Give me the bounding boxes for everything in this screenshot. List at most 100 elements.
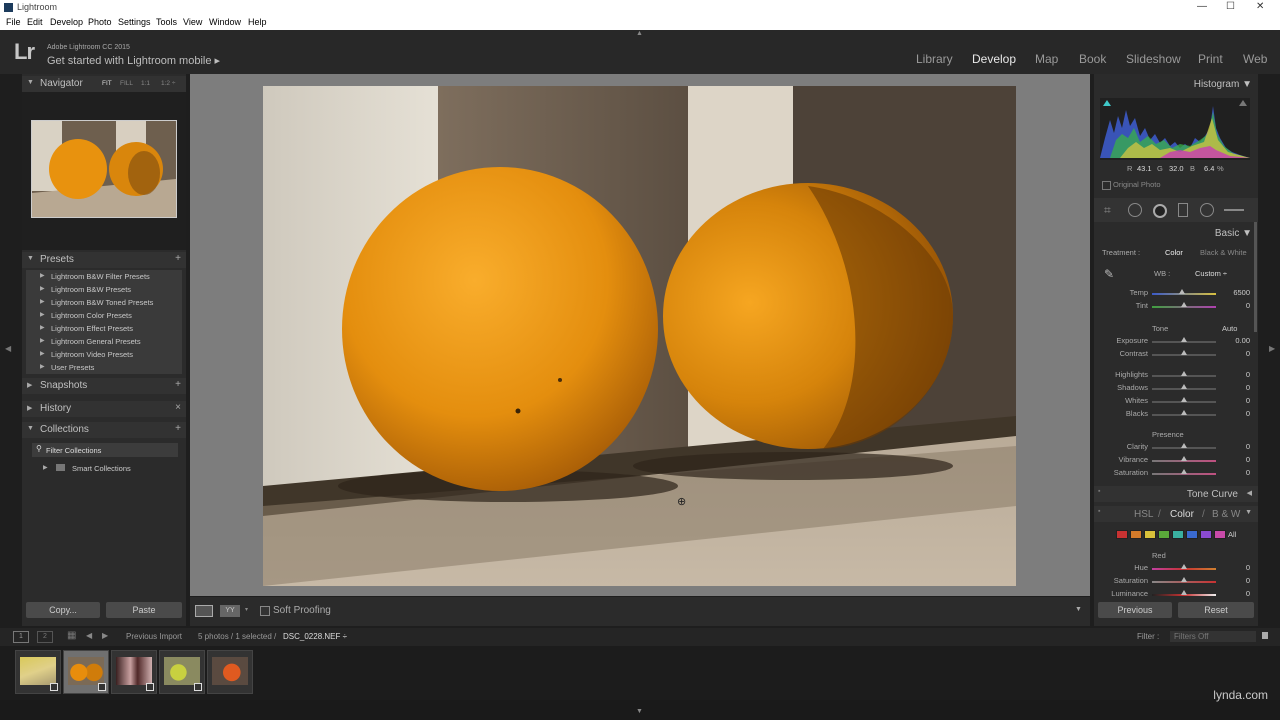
- tone-curve-header[interactable]: ▪ Tone Curve ◀: [1094, 486, 1258, 502]
- shadow-clipping-icon[interactable]: [1103, 100, 1111, 106]
- hsl-sat-value[interactable]: 0: [1246, 576, 1250, 585]
- zoom-1-2[interactable]: 1:2 ÷: [161, 80, 175, 87]
- menu-edit[interactable]: Edit: [27, 17, 43, 27]
- preset-folder[interactable]: ▶ Lightroom Color Presets: [26, 309, 182, 322]
- zoom-fill[interactable]: FILL: [120, 80, 133, 87]
- preset-folder[interactable]: ▶ Lightroom B&W Filter Presets: [26, 270, 182, 283]
- add-preset-icon[interactable]: +: [175, 253, 181, 264]
- before-after-dropdown-icon[interactable]: ▾: [245, 606, 248, 613]
- minimize-button[interactable]: —: [1197, 1, 1207, 12]
- maximize-button[interactable]: ☐: [1226, 1, 1235, 12]
- color-swatch[interactable]: [1144, 530, 1156, 539]
- saturation-slider-knob[interactable]: [1181, 469, 1187, 474]
- forward-arrow-icon[interactable]: ▶: [102, 631, 108, 640]
- exposure-slider-knob[interactable]: [1181, 337, 1187, 342]
- presets-header[interactable]: ▼ Presets +: [22, 252, 186, 268]
- red-eye-icon[interactable]: [1153, 204, 1167, 218]
- shadows-value[interactable]: 0: [1246, 383, 1250, 392]
- wb-dropdown[interactable]: Custom ÷: [1195, 269, 1227, 278]
- filmstrip-thumbnail[interactable]: [15, 650, 61, 694]
- copy-button[interactable]: Copy...: [26, 602, 100, 618]
- menu-view[interactable]: View: [183, 17, 202, 27]
- menu-file[interactable]: File: [6, 17, 21, 27]
- add-snapshot-icon[interactable]: +: [175, 379, 181, 390]
- histogram-title[interactable]: Histogram ▼: [1194, 79, 1252, 90]
- navigator-header[interactable]: ▼ Navigator FIT FILL 1:1 1:2 ÷: [22, 76, 186, 92]
- loupe-view-icon[interactable]: [195, 605, 213, 617]
- temp-slider-knob[interactable]: [1179, 289, 1186, 294]
- contrast-slider-knob[interactable]: [1181, 350, 1187, 355]
- whites-value[interactable]: 0: [1246, 396, 1250, 405]
- exposure-value[interactable]: 0.00: [1235, 336, 1250, 345]
- module-develop[interactable]: Develop: [972, 52, 1016, 66]
- basic-title[interactable]: Basic ▼: [1215, 228, 1252, 239]
- preset-folder[interactable]: ▶ Lightroom B&W Toned Presets: [26, 296, 182, 309]
- hsl-lum-slider-knob[interactable]: [1181, 590, 1187, 595]
- right-panel-toggle-icon[interactable]: ▶: [1269, 344, 1275, 353]
- module-web[interactable]: Web: [1243, 52, 1267, 66]
- close-button[interactable]: ✕: [1256, 1, 1264, 12]
- menu-tools[interactable]: Tools: [156, 17, 177, 27]
- histogram-chart[interactable]: [1100, 98, 1250, 160]
- hsl-hue-value[interactable]: 0: [1246, 563, 1250, 572]
- panel-switch-icon[interactable]: ▪: [1098, 488, 1100, 495]
- menu-settings[interactable]: Settings: [118, 17, 151, 27]
- toolbar-menu-icon[interactable]: ▼: [1075, 606, 1082, 613]
- white-balance-eyedropper-icon[interactable]: ✎: [1104, 267, 1114, 281]
- filename-label[interactable]: DSC_0228.NEF ÷: [283, 632, 347, 641]
- back-arrow-icon[interactable]: ◀: [86, 631, 92, 640]
- mobile-link[interactable]: Get started with Lightroom mobile ▸: [47, 54, 220, 67]
- zoom-1-1[interactable]: 1:1: [141, 80, 150, 87]
- add-collection-icon[interactable]: +: [175, 423, 181, 434]
- clarity-slider-knob[interactable]: [1181, 443, 1187, 448]
- blacks-value[interactable]: 0: [1246, 409, 1250, 418]
- module-book[interactable]: Book: [1079, 52, 1106, 66]
- zoom-fit[interactable]: FIT: [102, 80, 112, 87]
- snapshots-header[interactable]: ▶ Snapshots +: [22, 378, 186, 394]
- graduated-filter-icon[interactable]: [1178, 203, 1188, 217]
- main-photo[interactable]: [263, 86, 1016, 586]
- blacks-slider-knob[interactable]: [1181, 410, 1187, 415]
- collections-header[interactable]: ▼ Collections +: [22, 422, 186, 438]
- radial-filter-icon[interactable]: [1200, 203, 1214, 217]
- preset-folder[interactable]: ▶ Lightroom Effect Presets: [26, 322, 182, 335]
- crop-tool-icon[interactable]: ⌗: [1104, 203, 1111, 218]
- color-swatch[interactable]: [1130, 530, 1142, 539]
- temp-value[interactable]: 6500: [1233, 288, 1250, 297]
- smart-collections-folder[interactable]: ▶ Smart Collections: [32, 462, 178, 475]
- soft-proofing-checkbox[interactable]: [260, 606, 270, 616]
- preset-folder[interactable]: ▶ Lightroom General Presets: [26, 335, 182, 348]
- panel-toggle-bottom-icon[interactable]: ▼: [636, 708, 643, 715]
- module-slideshow[interactable]: Slideshow: [1126, 52, 1181, 66]
- vibrance-value[interactable]: 0: [1246, 455, 1250, 464]
- contrast-value[interactable]: 0: [1246, 349, 1250, 358]
- bw-tab[interactable]: B & W: [1212, 509, 1240, 520]
- tint-slider-knob[interactable]: [1181, 302, 1187, 307]
- treatment-color-option[interactable]: Color: [1165, 248, 1183, 257]
- shadows-slider-knob[interactable]: [1181, 384, 1187, 389]
- primary-window-button[interactable]: 1: [13, 631, 29, 643]
- panel-switch-icon[interactable]: ▪: [1098, 508, 1100, 515]
- all-colors-button[interactable]: All: [1228, 530, 1236, 539]
- panel-toggle-top-icon[interactable]: ▲: [636, 30, 643, 37]
- original-photo-checkbox[interactable]: [1102, 181, 1111, 190]
- secondary-window-button[interactable]: 2: [37, 631, 53, 643]
- adjustment-brush-icon[interactable]: [1224, 209, 1244, 211]
- history-header[interactable]: ▶ History ×: [22, 401, 186, 417]
- hsl-hue-slider-knob[interactable]: [1181, 564, 1187, 569]
- filter-collections-field[interactable]: ⚲ Filter Collections: [32, 443, 178, 457]
- color-swatch[interactable]: [1186, 530, 1198, 539]
- whites-slider-knob[interactable]: [1181, 397, 1187, 402]
- color-swatch[interactable]: [1172, 530, 1184, 539]
- filter-dropdown[interactable]: Filters Off: [1170, 631, 1256, 642]
- module-print[interactable]: Print: [1198, 52, 1223, 66]
- hsl-header[interactable]: ▪ HSL / Color / B & W ▼: [1094, 506, 1258, 522]
- filmstrip-thumbnail[interactable]: [159, 650, 205, 694]
- clear-history-icon[interactable]: ×: [175, 402, 181, 413]
- menu-photo[interactable]: Photo: [88, 17, 112, 27]
- image-canvas[interactable]: ⊕: [190, 74, 1090, 596]
- color-swatch[interactable]: [1214, 530, 1226, 539]
- paste-button[interactable]: Paste: [106, 602, 182, 618]
- clarity-value[interactable]: 0: [1246, 442, 1250, 451]
- auto-tone-button[interactable]: Auto: [1222, 324, 1237, 333]
